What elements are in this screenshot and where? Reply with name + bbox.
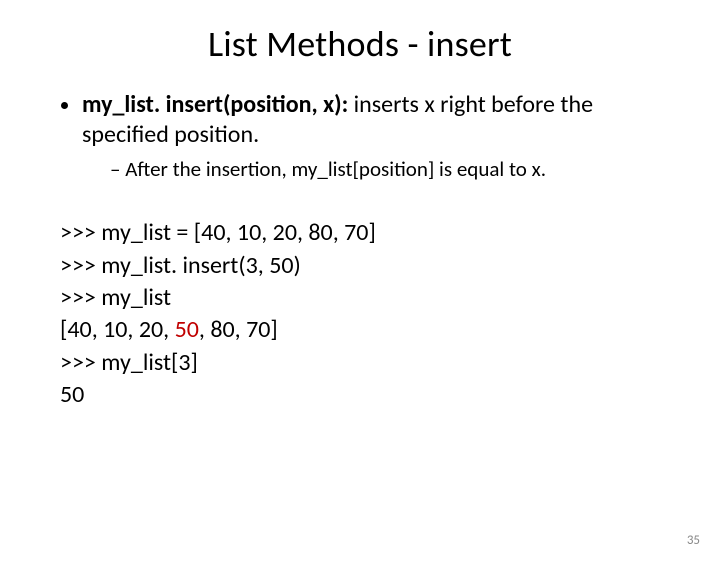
slide-content: my_list. insert(position, x): inserts x … xyxy=(0,90,720,412)
code-line-4: [40, 10, 20, 50, 80, 70] xyxy=(60,314,680,346)
bullet-1-strong: my_list. insert(position, x): xyxy=(82,90,348,119)
code-block: >>> my_list = [40, 10, 20, 80, 70] >>> m… xyxy=(60,217,680,411)
code-line-5: >>> my_list[3] xyxy=(60,347,680,379)
code-line-3: >>> my_list xyxy=(60,282,680,314)
code-line-1: >>> my_list = [40, 10, 20, 80, 70] xyxy=(60,217,680,249)
page-number: 35 xyxy=(687,533,700,548)
code-line-6: 50 xyxy=(60,379,680,411)
code-l4-c: , 80, 70] xyxy=(199,315,278,344)
bullet-list: my_list. insert(position, x): inserts x … xyxy=(60,90,680,183)
code-l4-a: [40, 10, 20, xyxy=(60,315,175,344)
bullet-item-1: my_list. insert(position, x): inserts x … xyxy=(82,90,680,183)
slide: List Methods - insert my_list. insert(po… xyxy=(0,22,720,562)
slide-title: List Methods - insert xyxy=(0,22,720,66)
sub-bullet-list: After the insertion, my_list[position] i… xyxy=(82,156,680,183)
code-l4-highlight: 50 xyxy=(175,315,199,344)
code-line-2: >>> my_list. insert(3, 50) xyxy=(60,250,680,282)
sub-bullet-1: After the insertion, my_list[position] i… xyxy=(110,156,680,183)
